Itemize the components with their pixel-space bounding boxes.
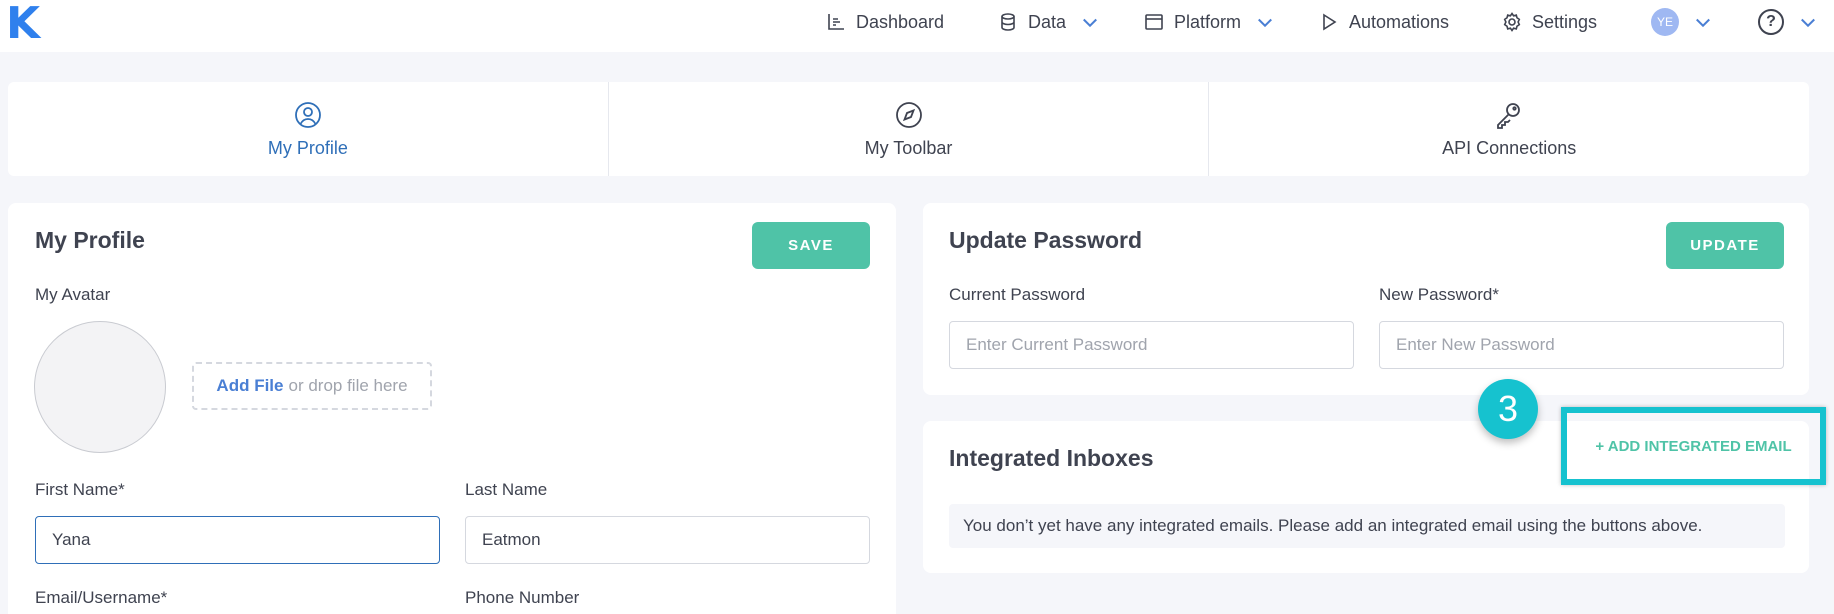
- nav-platform[interactable]: Platform: [1144, 10, 1275, 34]
- window-icon: [1145, 14, 1163, 30]
- nav-settings-label: Settings: [1532, 11, 1598, 32]
- settings-tabs: My Profile My Toolbar API Connections: [8, 82, 1809, 176]
- dropzone-hint: or drop file here: [288, 376, 408, 395]
- nav-settings[interactable]: Settings: [1502, 10, 1597, 34]
- tutorial-step-badge: 3: [1478, 379, 1538, 439]
- password-card: Update Password UPDATE Current Password …: [923, 203, 1809, 395]
- tab-my-toolbar-label: My Toolbar: [864, 137, 953, 158]
- tab-my-toolbar[interactable]: My Toolbar: [607, 82, 1209, 176]
- add-integrated-email-button[interactable]: + ADD INTEGRATED EMAIL: [1561, 407, 1826, 485]
- inboxes-empty-message: You don’t yet have any integrated emails…: [949, 504, 1785, 548]
- save-button[interactable]: SAVE: [752, 222, 870, 269]
- bar-chart-icon: [828, 14, 844, 30]
- tab-my-profile[interactable]: My Profile: [8, 82, 608, 176]
- current-password-label: Current Password: [949, 285, 1086, 304]
- chevron-down-icon: [1083, 18, 1097, 28]
- password-title: Update Password: [949, 227, 1142, 253]
- add-file-link[interactable]: Add File: [216, 376, 283, 396]
- compass-icon: [895, 101, 922, 128]
- chevron-down-icon: [1258, 18, 1272, 28]
- user-circle-icon: [294, 101, 321, 128]
- first-name-field[interactable]: Yana: [35, 516, 440, 564]
- gear-icon: [1503, 12, 1521, 32]
- nav-automations[interactable]: Automations: [1319, 10, 1449, 34]
- key-icon: [1497, 102, 1521, 129]
- database-icon: [1001, 13, 1015, 31]
- nav-platform-label: Platform: [1174, 11, 1242, 32]
- avatar: YE: [1651, 8, 1679, 36]
- user-menu[interactable]: YE: [1651, 8, 1713, 36]
- help-menu[interactable]: ?: [1758, 9, 1818, 35]
- nav-automations-label: Automations: [1349, 11, 1450, 32]
- first-name-label: First Name*: [35, 480, 125, 499]
- play-icon: [1323, 13, 1337, 31]
- avatar-preview: [34, 321, 166, 453]
- new-password-field[interactable]: Enter New Password: [1379, 321, 1784, 369]
- new-password-label: New Password*: [1379, 285, 1499, 304]
- email-label: Email/Username*: [35, 588, 168, 607]
- avatar-label: My Avatar: [35, 285, 111, 304]
- tab-api-connections-label: API Connections: [1442, 137, 1577, 158]
- help-icon: ?: [1758, 9, 1784, 35]
- profile-title: My Profile: [35, 227, 145, 253]
- profile-card: My Profile SAVE My Avatar Add File or dr…: [8, 203, 896, 614]
- last-name-field[interactable]: Eatmon: [465, 516, 870, 564]
- tab-api-connections[interactable]: API Connections: [1208, 82, 1809, 176]
- chevron-down-icon: [1696, 18, 1710, 28]
- top-nav: K Dashboard Data Platform Automations Se…: [0, 0, 1834, 52]
- current-password-field[interactable]: Enter Current Password: [949, 321, 1354, 369]
- chevron-down-icon: [1801, 18, 1815, 28]
- inboxes-title: Integrated Inboxes: [949, 445, 1154, 471]
- phone-label: Phone Number: [465, 588, 580, 607]
- file-dropzone[interactable]: Add File or drop file here: [192, 362, 432, 410]
- nav-data-label: Data: [1028, 11, 1067, 32]
- nav-dashboard-label: Dashboard: [856, 11, 945, 32]
- app-logo[interactable]: K: [6, 2, 40, 46]
- update-button[interactable]: UPDATE: [1666, 222, 1784, 269]
- last-name-label: Last Name: [465, 480, 548, 499]
- tab-my-profile-label: My Profile: [267, 137, 348, 158]
- nav-dashboard[interactable]: Dashboard: [826, 10, 944, 34]
- nav-data[interactable]: Data: [998, 10, 1100, 34]
